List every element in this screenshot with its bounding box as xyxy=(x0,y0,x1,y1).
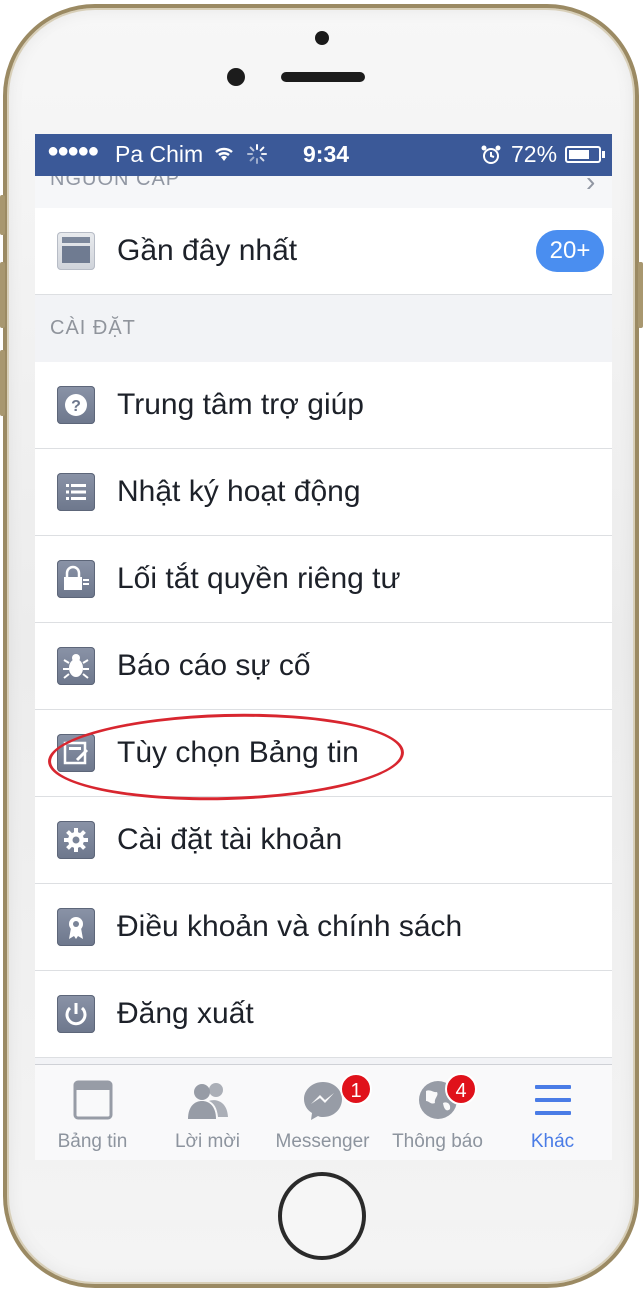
home-button[interactable] xyxy=(278,1172,366,1260)
volume-down-button xyxy=(0,350,5,416)
screen: ●●●●● Pa Chim 9:34 72% NGUỒN CẤP › Gần đ… xyxy=(35,134,612,1160)
settings-section-title: CÀI ĐẶT xyxy=(50,317,136,339)
volume-up-button xyxy=(0,262,5,328)
battery-percent: 72% xyxy=(511,141,558,167)
svg-text:?: ? xyxy=(71,398,81,415)
activity-log-label: Nhật ký hoạt động xyxy=(117,475,361,508)
menu-icon xyxy=(535,1085,571,1115)
tab-messenger-label: Messenger xyxy=(275,1131,370,1152)
loading-spinner-icon xyxy=(247,144,267,164)
messenger-badge: 1 xyxy=(340,1073,372,1105)
feed-section-header: NGUỒN CẤP › xyxy=(35,176,612,208)
feed-section-title: NGUỒN CẤP xyxy=(50,176,181,190)
tab-friend-requests[interactable]: Lời mời xyxy=(150,1065,265,1160)
news-feed-icon xyxy=(73,1080,113,1120)
tab-friend-requests-label: Lời mời xyxy=(174,1131,241,1152)
tab-notifications[interactable]: 4 Thông báo xyxy=(380,1065,495,1160)
activity-log-row[interactable]: Nhật ký hoạt động xyxy=(35,449,612,536)
battery-tip xyxy=(602,151,605,158)
signal-dots: ●●●●● xyxy=(47,140,99,162)
battery-icon xyxy=(565,146,601,163)
privacy-lock-icon xyxy=(57,560,95,598)
tab-news-feed-label: Bảng tin xyxy=(57,1131,128,1152)
log-out-row[interactable]: Đăng xuất xyxy=(35,971,612,1058)
earpiece-speaker xyxy=(281,72,365,82)
tab-news-feed[interactable]: Bảng tin xyxy=(35,1065,150,1160)
power-button xyxy=(638,262,643,328)
mute-switch xyxy=(0,195,5,235)
account-settings-row[interactable]: Cài đặt tài khoản xyxy=(35,797,612,884)
activity-log-icon xyxy=(57,473,95,511)
camera-dot xyxy=(315,31,329,45)
log-out-label: Đăng xuất xyxy=(117,997,254,1030)
terms-badge-icon xyxy=(57,908,95,946)
status-bar: ●●●●● Pa Chim 9:34 72% xyxy=(35,134,612,176)
account-settings-label: Cài đặt tài khoản xyxy=(117,823,343,856)
privacy-shortcuts-label: Lối tắt quyền riêng tư xyxy=(117,562,401,595)
help-center-row[interactable]: ? Trung tâm trợ giúp xyxy=(35,362,612,449)
tab-notifications-label: Thông báo xyxy=(392,1131,483,1152)
terms-policies-row[interactable]: Điều khoản và chính sách xyxy=(35,884,612,971)
most-recent-label: Gần đây nhất xyxy=(117,234,298,267)
gear-icon xyxy=(57,821,95,859)
help-icon: ? xyxy=(57,386,95,424)
tab-more[interactable]: Khác xyxy=(495,1065,610,1160)
wifi-icon xyxy=(215,147,233,161)
bottom-tab-bar: Bảng tin Lời mời 1 Messenger 4 Thông báo… xyxy=(35,1064,612,1160)
chevron-right-icon: › xyxy=(586,176,597,197)
bug-icon xyxy=(57,647,95,685)
clock: 9:34 xyxy=(303,141,350,167)
friend-requests-icon xyxy=(188,1083,228,1119)
report-problem-row[interactable]: Báo cáo sự cố xyxy=(35,623,612,710)
front-camera xyxy=(227,68,245,86)
most-recent-count-badge: 20+ xyxy=(536,230,604,272)
messenger-icon xyxy=(304,1082,342,1120)
carrier-name: Pa Chim xyxy=(115,141,204,167)
power-icon xyxy=(57,995,95,1033)
tab-messenger[interactable]: 1 Messenger xyxy=(265,1065,380,1160)
terms-policies-label: Điều khoản và chính sách xyxy=(117,910,463,943)
report-problem-label: Báo cáo sự cố xyxy=(117,649,311,682)
most-recent-row[interactable]: Gần đây nhất 20+ xyxy=(35,208,612,295)
privacy-shortcuts-row[interactable]: Lối tắt quyền riêng tư xyxy=(35,536,612,623)
most-recent-icon xyxy=(57,232,95,270)
tab-more-label: Khác xyxy=(530,1131,575,1152)
help-center-label: Trung tâm trợ giúp xyxy=(117,388,364,421)
settings-section-header: CÀI ĐẶT xyxy=(35,295,612,361)
alarm-icon xyxy=(481,145,501,164)
notifications-badge: 4 xyxy=(445,1073,477,1105)
